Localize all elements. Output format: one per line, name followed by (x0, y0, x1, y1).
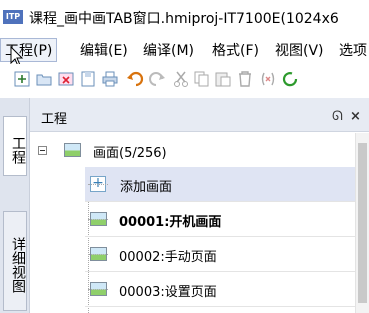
save-icon[interactable] (79, 70, 97, 88)
tree-node-screen[interactable]: 00002:手动页面 (30, 237, 355, 271)
screen-folder-icon (64, 143, 81, 157)
copy-icon[interactable] (193, 70, 211, 88)
new-icon[interactable] (13, 70, 31, 88)
tree-node-label: 00002:手动页面 (119, 250, 217, 265)
menu-edit[interactable]: 编辑(E) (80, 40, 128, 60)
panel-title: 工程 (41, 112, 68, 127)
tree-node-label: 00001:开机画面 (119, 215, 222, 230)
symbol-icon[interactable] (259, 70, 277, 88)
tree-branch (88, 219, 108, 220)
row-divider (85, 306, 355, 307)
tree-branch (88, 184, 108, 185)
tree-node-label: 画面(5/256) (93, 146, 167, 161)
tree-node-screen[interactable]: 00003:设置页面 (30, 272, 355, 306)
scrollbar-thumb[interactable] (358, 143, 367, 303)
tab-detail-view[interactable]: 详细视图 (3, 211, 27, 311)
close-panel-icon[interactable]: × (350, 109, 361, 124)
tree-node-label: 00003:设置页面 (119, 285, 217, 300)
paste-icon[interactable] (214, 70, 232, 88)
float-panel-icon[interactable]: ᘏ (332, 109, 343, 124)
tree-node-screen[interactable]: 00001:开机画面 (30, 202, 355, 236)
collapse-icon[interactable] (38, 146, 47, 155)
redo-icon[interactable] (148, 70, 166, 88)
title-bar: ITP 课程_画中画TAB窗口.hmiproj-IT7100E(1024x6 (0, 0, 369, 34)
toolbar (0, 64, 369, 94)
menu-view[interactable]: 视图(V) (275, 40, 324, 60)
app-icon: ITP (3, 10, 23, 24)
refresh-icon[interactable] (281, 70, 299, 88)
close-project-icon[interactable] (57, 70, 75, 88)
project-tree: 画面(5/256) + 添加画面 00001:开机画面 00002:手动页面 0… (30, 133, 355, 313)
tree-branch (88, 289, 108, 290)
tree-branch (88, 254, 108, 255)
undo-icon[interactable] (126, 70, 144, 88)
tree-node-label: 添加画面 (120, 180, 173, 195)
panel-header: 工程 ᘏ × (30, 98, 369, 132)
menu-options[interactable]: 选项 (339, 40, 367, 60)
menu-bar: 工程(P) 编辑(E) 编译(M) 格式(F) 视图(V) 选项 (0, 34, 369, 64)
print-icon[interactable] (101, 70, 119, 88)
open-icon[interactable] (35, 70, 53, 88)
menu-compile[interactable]: 编译(M) (143, 40, 194, 60)
project-panel: 工程 ᘏ × 画面(5/256) + 添加画面 00001:开机画面 00002… (30, 98, 369, 313)
menu-project[interactable]: 工程(P) (0, 38, 58, 62)
cut-icon[interactable] (172, 70, 190, 88)
side-tab-strip: 工程 详细视图 (0, 98, 30, 313)
tree-scrollbar[interactable] (355, 133, 369, 313)
tab-project[interactable]: 工程 (3, 116, 27, 176)
tree-node-screens[interactable]: 画面(5/256) (30, 133, 355, 167)
delete-icon[interactable] (236, 70, 254, 88)
menu-format[interactable]: 格式(F) (212, 40, 259, 60)
tree-node-add-screen[interactable]: + 添加画面 (85, 167, 355, 201)
window-title: 课程_画中画TAB窗口.hmiproj-IT7100E(1024x6 (29, 11, 339, 27)
